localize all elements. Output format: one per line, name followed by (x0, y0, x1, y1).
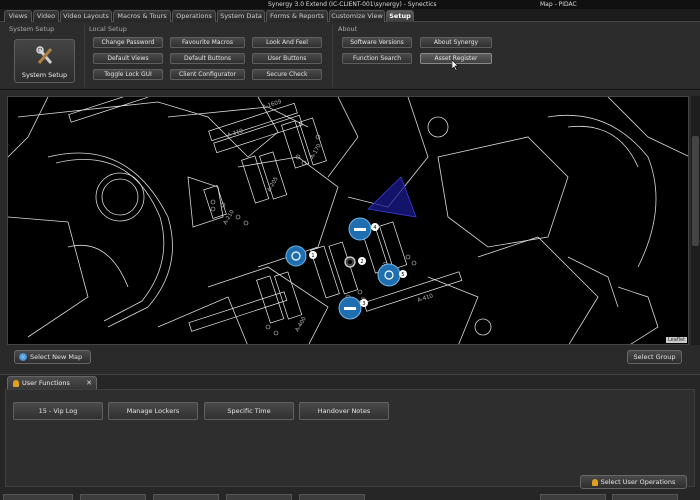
handover-notes-button[interactable]: Handover Notes (299, 402, 389, 420)
main-tab-bar: Views Video Video Layouts Macros & Tours… (0, 9, 700, 22)
tab-setup[interactable]: Setup (386, 10, 414, 22)
about-synergy-button[interactable]: About Synergy (420, 37, 492, 48)
software-versions-button[interactable]: Software Versions (342, 37, 412, 48)
system-setup-group-label: System Setup (9, 25, 55, 33)
globe-icon (19, 353, 27, 361)
select-group-button[interactable]: Select Group (627, 350, 682, 364)
camera-fov-cone (367, 176, 417, 218)
room-label: A-170 (310, 143, 324, 160)
tab-video-layouts[interactable]: Video Layouts (60, 10, 112, 22)
secure-check-button[interactable]: Secure Check (252, 69, 322, 80)
svg-text:1: 1 (311, 253, 314, 259)
fixed-camera-icon (354, 228, 366, 231)
tab-video[interactable]: Video (33, 10, 59, 22)
title-bar: Synergy 3.0 Extend (IC-CLIENT-001\synerg… (0, 0, 700, 9)
bottom-tab[interactable] (226, 494, 292, 500)
room-label: A-410 (417, 293, 435, 304)
bottom-tab[interactable] (299, 494, 365, 500)
client-configurator-button[interactable]: Client Configurator (170, 69, 245, 80)
system-setup-button-label: System Setup (21, 71, 68, 79)
favourite-macros-button[interactable]: Favourite Macros (170, 37, 245, 48)
local-setup-group-label: Local Setup (89, 25, 127, 33)
bell-icon (13, 379, 19, 387)
select-user-operations-button[interactable]: Select User Operations (580, 475, 687, 489)
default-buttons-button[interactable]: Default Buttons (170, 53, 245, 64)
scrollbar-thumb[interactable] (692, 136, 699, 246)
map-attribution[interactable]: Leaflet (665, 337, 687, 343)
camera-marker-4: 4 (348, 217, 379, 241)
room-label: A-310 (227, 128, 245, 139)
bottom-tab[interactable] (3, 494, 73, 500)
bell-icon (591, 478, 598, 486)
select-new-map-button[interactable]: Select New Map (14, 350, 91, 364)
tab-operations[interactable]: Operations (172, 10, 216, 22)
room-label: A-400 (295, 316, 309, 333)
bottom-tab[interactable] (540, 494, 606, 500)
map-vertical-scrollbar[interactable] (691, 96, 700, 345)
manage-lockers-button[interactable]: Manage Lockers (108, 402, 198, 420)
change-password-button[interactable]: Change Password (93, 37, 163, 48)
tab-views[interactable]: Views (4, 10, 32, 22)
camera-marker-5: 5 (377, 263, 407, 287)
default-views-button[interactable]: Default Views (93, 53, 163, 64)
select-new-map-label: Select New Map (30, 353, 83, 361)
look-and-feel-button[interactable]: Look And Feel (252, 37, 322, 48)
ribbon-separator (332, 25, 333, 87)
map-window-title: Map - PIDAC (540, 1, 577, 8)
system-setup-button[interactable]: System Setup (14, 39, 75, 83)
floor-plan-map[interactable]: A-1609 A-210 A-170 A-205 A-136 A-330 A-4… (7, 96, 689, 345)
bottom-tab[interactable] (153, 494, 219, 500)
bottom-tab[interactable] (612, 494, 678, 500)
svg-text:4: 4 (373, 225, 376, 231)
toggle-lock-gui-button[interactable]: Toggle Lock GUI (93, 69, 163, 80)
ribbon-separator (84, 25, 85, 87)
vip-log-button[interactable]: 15 - Vip Log (13, 402, 103, 420)
specific-time-button[interactable]: Specific Time (204, 402, 294, 420)
tools-icon (36, 46, 53, 64)
bottom-tab[interactable] (80, 494, 146, 500)
camera-marker-3: 3 (338, 296, 368, 320)
floor-plan-svg: A-1609 A-210 A-170 A-205 A-136 A-330 A-4… (8, 97, 688, 344)
about-group-label: About (338, 25, 358, 33)
tab-forms-reports[interactable]: Forms & Reports (266, 10, 328, 22)
user-functions-tab-label: User Functions (22, 379, 70, 387)
tab-system-data[interactable]: System Data (217, 10, 265, 22)
window-title: Synergy 3.0 Extend (IC-CLIENT-001\synerg… (268, 1, 437, 8)
tab-customize-view[interactable]: Customize View (329, 10, 385, 22)
select-user-operations-label: Select User Operations (600, 478, 676, 486)
mouse-cursor-icon (452, 60, 459, 71)
user-buttons-button[interactable]: User Buttons (252, 53, 322, 64)
function-search-button[interactable]: Function Search (342, 53, 412, 64)
svg-text:2: 2 (360, 259, 363, 265)
tab-user-functions[interactable]: User Functions ✕ (7, 376, 97, 390)
tab-macros-tours[interactable]: Macros & Tours (113, 10, 171, 22)
camera-marker-2: 2 (344, 256, 366, 268)
room-label: A-210 (223, 209, 237, 226)
svg-text:3: 3 (362, 301, 365, 307)
fixed-camera-icon (344, 307, 356, 310)
svg-text:5: 5 (401, 272, 404, 278)
